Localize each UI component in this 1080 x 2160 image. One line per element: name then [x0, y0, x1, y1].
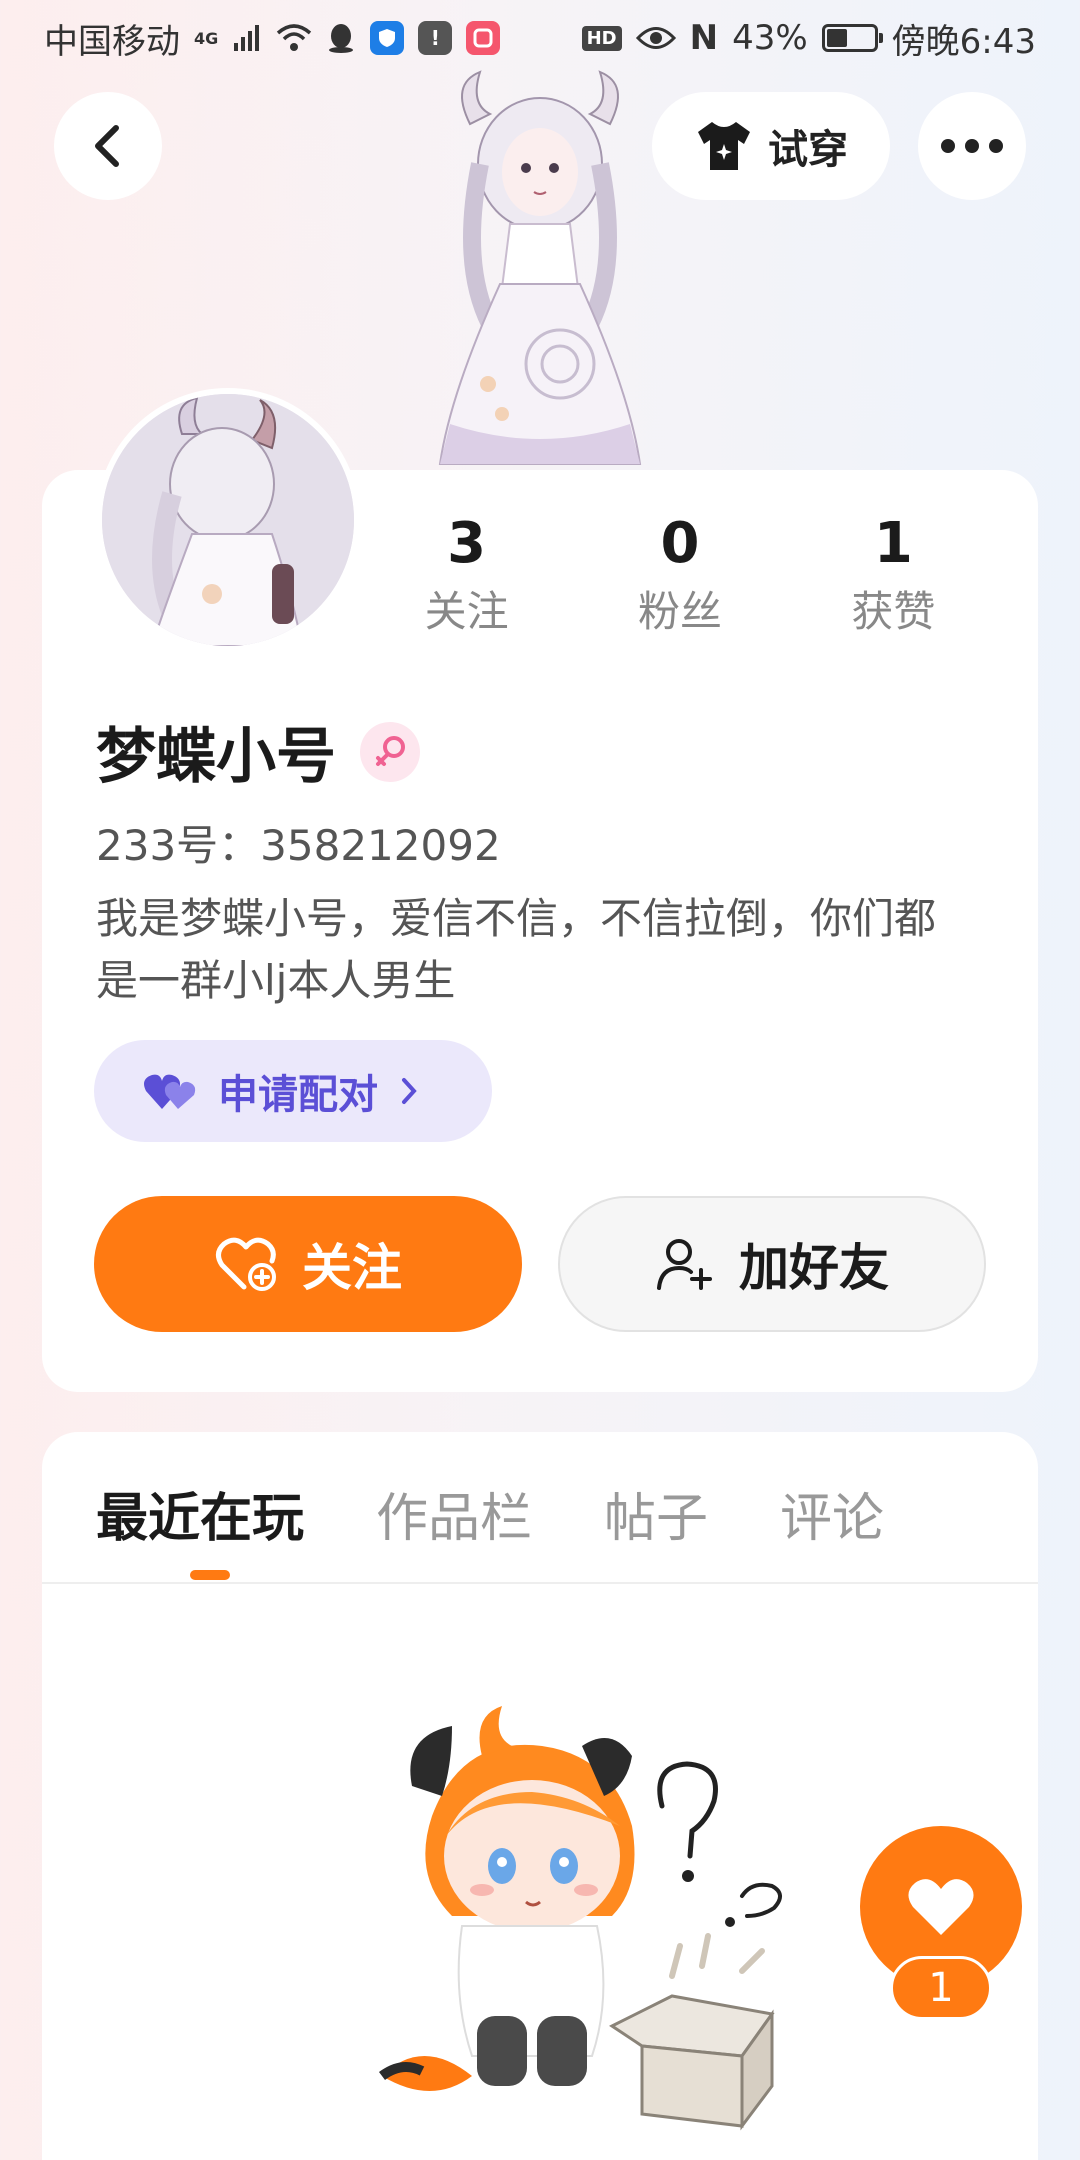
- chevron-right-icon: [402, 1078, 417, 1104]
- empty-state-illustration: [379, 1706, 782, 2131]
- heart-plus-icon: [216, 1237, 276, 1291]
- signal-icon: [232, 23, 262, 53]
- like-count-badge: 1: [890, 1956, 992, 2020]
- back-button[interactable]: [54, 92, 162, 200]
- gender-badge: [360, 721, 420, 782]
- profile-tabs: 最近在玩 作品栏 帖子 评论: [96, 1476, 884, 1551]
- stat-label: 关注: [424, 587, 509, 636]
- hd-icon: HD: [581, 25, 622, 51]
- request-pair-button[interactable]: 申请配对: [94, 1040, 492, 1142]
- stat-value: 1: [873, 511, 913, 576]
- tryon-label: 试穿: [768, 127, 848, 173]
- content-card: 最近在玩 作品栏 帖子 评论: [42, 1432, 1038, 2160]
- tab-recently-played[interactable]: 最近在玩: [96, 1476, 304, 1551]
- heart-icon: [908, 1879, 974, 1935]
- chevron-left-icon: [95, 125, 119, 167]
- more-button[interactable]: [918, 92, 1026, 200]
- nfc-icon: N: [689, 18, 719, 58]
- stat-likes[interactable]: 1 获赞: [787, 506, 1000, 642]
- wifi-icon: [276, 23, 312, 53]
- female-icon: [376, 735, 405, 766]
- app-notification-icon: [466, 21, 501, 55]
- alert-app-icon: !: [418, 21, 453, 55]
- username: 梦蝶小号: [96, 722, 336, 792]
- tab-posts[interactable]: 帖子: [604, 1476, 708, 1551]
- stat-label: 获赞: [851, 587, 936, 636]
- stat-followers[interactable]: 0 粉丝: [573, 506, 786, 642]
- tshirt-icon: [698, 122, 750, 170]
- request-pair-label: 申请配对: [218, 1072, 378, 1118]
- battery-percent: 43%: [732, 18, 808, 58]
- carrier-label: 中国移动: [44, 21, 180, 62]
- qq-icon: [326, 22, 356, 54]
- stat-value: 0: [660, 511, 700, 576]
- tabs-divider: [42, 1582, 1038, 1584]
- name-row: 梦蝶小号: [96, 708, 420, 795]
- tab-works[interactable]: 作品栏: [376, 1476, 532, 1551]
- status-right: HD N 43% 傍晚6:43: [581, 14, 1036, 63]
- add-friend-label: 加好友: [739, 1239, 889, 1297]
- double-heart-icon: [144, 1074, 196, 1109]
- avatar[interactable]: [96, 388, 360, 652]
- tab-comments[interactable]: 评论: [780, 1476, 884, 1551]
- stat-following[interactable]: 3 关注: [360, 506, 573, 642]
- ellipsis-icon: [941, 139, 1003, 153]
- tryon-button[interactable]: 试穿: [652, 92, 890, 200]
- add-friend-button[interactable]: 加好友: [558, 1196, 986, 1332]
- user-id: 233号：358212092: [96, 821, 501, 870]
- follow-label: 关注: [302, 1239, 402, 1297]
- follow-button[interactable]: 关注: [94, 1196, 522, 1332]
- network-type: 4G: [194, 28, 219, 48]
- avatar-image: [102, 394, 354, 646]
- clock: 傍晚6:43: [891, 21, 1036, 62]
- stat-value: 3: [447, 511, 487, 576]
- eye-icon: [635, 25, 676, 51]
- add-user-icon: [657, 1239, 712, 1290]
- shield-app-icon: [370, 21, 405, 55]
- status-left: 中国移动 4G !: [44, 14, 501, 63]
- battery-icon: [821, 24, 883, 52]
- profile-stats: 3 关注 0 粉丝 1 获赞: [360, 506, 1000, 642]
- stat-label: 粉丝: [637, 587, 722, 636]
- active-tab-indicator: [190, 1570, 230, 1580]
- avatar-character-illustration: [438, 70, 642, 465]
- user-bio: 我是梦蝶小号，爱信不信，不信拉倒，你们都是一群小lj本人男生: [96, 894, 937, 1005]
- battery-fill: [826, 29, 847, 47]
